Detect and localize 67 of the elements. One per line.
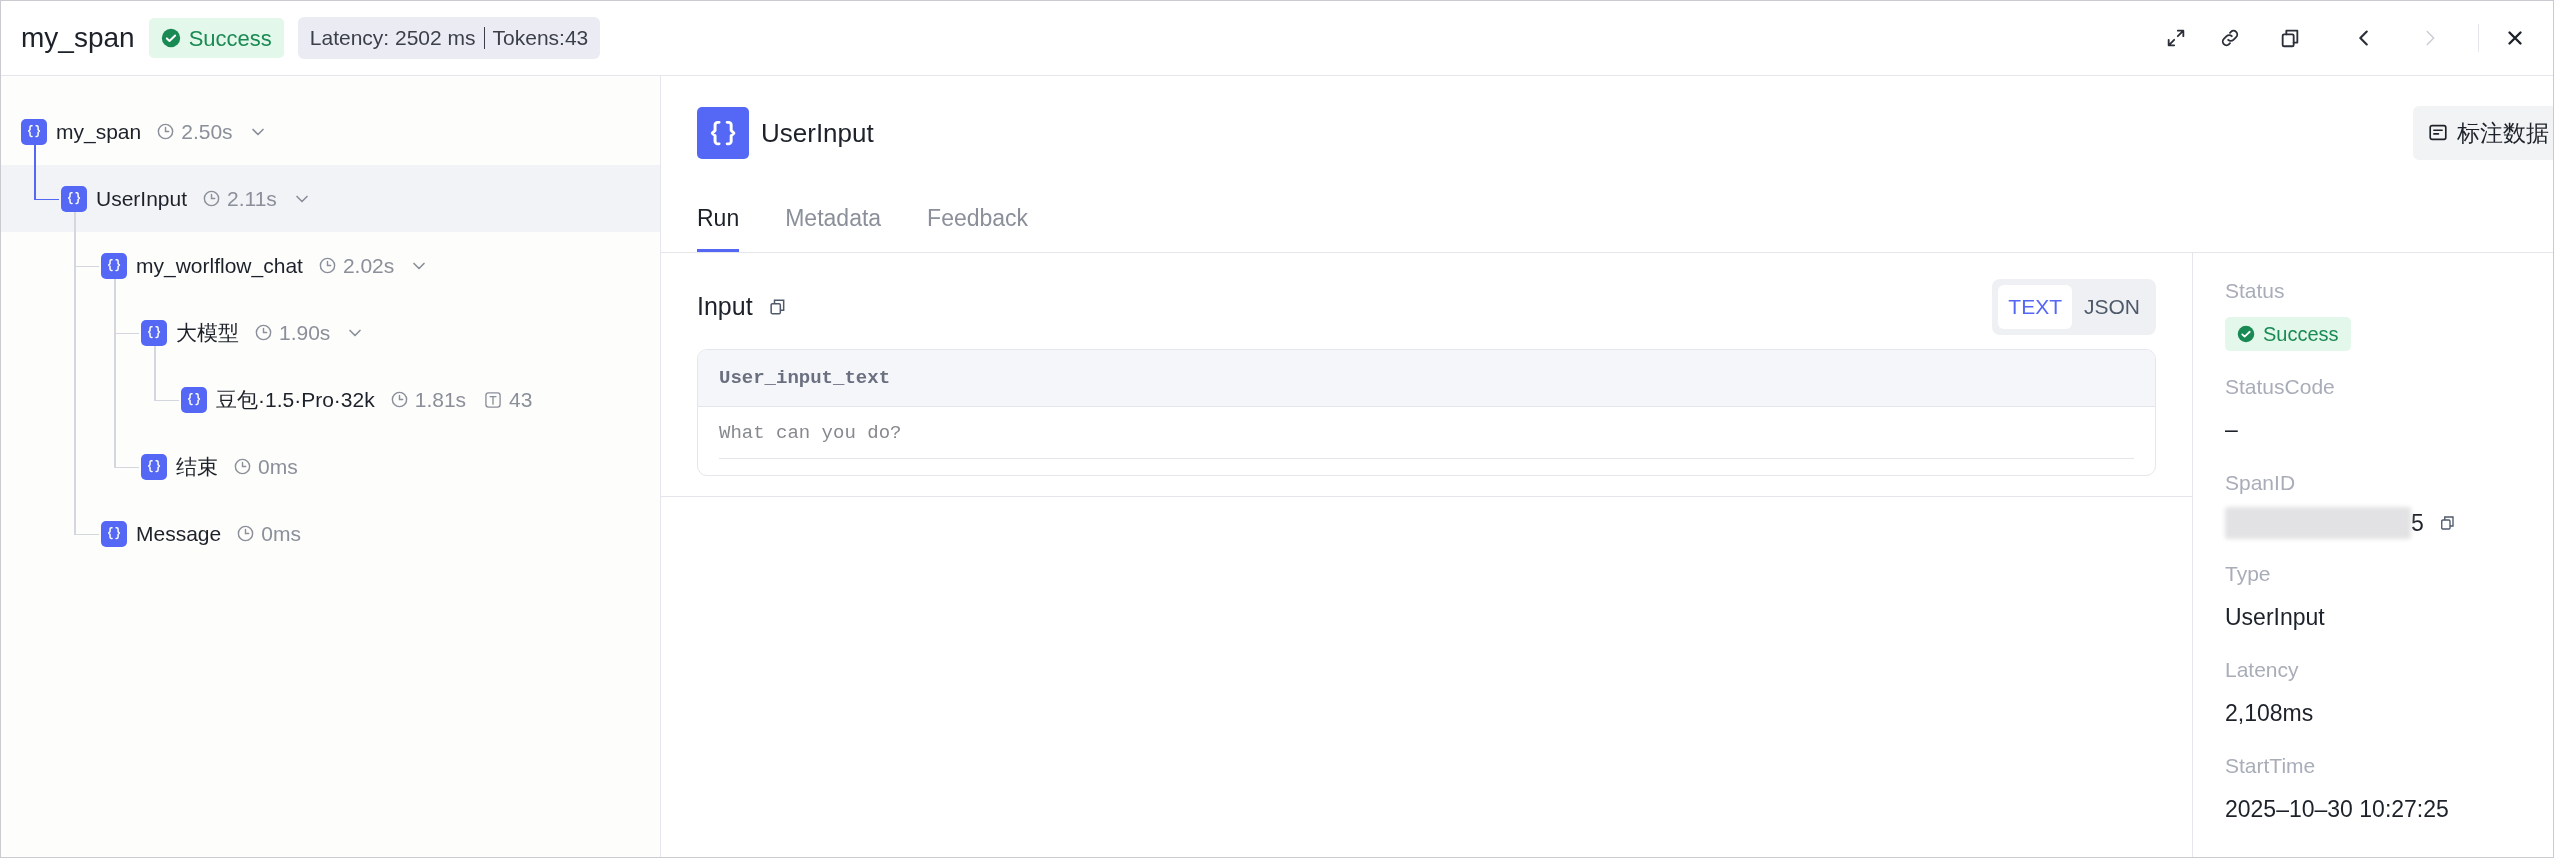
duration-text: 1.90s	[279, 319, 331, 346]
tree-row[interactable]: 豆包·1.5·Pro·32k 1.81s 43	[1, 366, 660, 433]
span-name: Message	[136, 520, 222, 547]
tree-row[interactable]: UserInput 2.11s	[1, 165, 660, 232]
info-label: StatusCode	[2225, 373, 2336, 400]
info-label: Type	[2225, 561, 2272, 587]
tokens-text: Tokens:43	[492, 25, 589, 52]
braces-icon	[21, 118, 47, 145]
format-option[interactable]: TEXT	[1998, 285, 2072, 329]
check-circle-icon	[160, 28, 181, 48]
link-icon	[2219, 27, 2241, 49]
duration-text: 2.11s	[227, 185, 277, 212]
field-value: What can you do?	[719, 422, 902, 444]
duration-text: 0ms	[258, 453, 298, 480]
tree-row[interactable]: 结束 0ms	[1, 433, 660, 500]
status-badge: Success	[2225, 316, 2351, 351]
span-name: my_worlflow_chat	[136, 252, 303, 280]
info-value: 2025–10–30 10:27:25	[2225, 794, 2450, 824]
span-name: my_span	[56, 118, 142, 146]
braces-icon	[141, 319, 167, 346]
clock-icon	[254, 323, 273, 342]
braces-icon	[181, 386, 207, 413]
tree-row[interactable]: 大模型 1.90s	[1, 299, 660, 366]
braces-icon	[101, 252, 127, 279]
clock-icon	[202, 189, 222, 208]
span-name: 结束	[176, 453, 218, 480]
check-circle-icon	[2237, 324, 2255, 343]
braces-icon	[141, 453, 167, 480]
format-option[interactable]: JSON	[2074, 285, 2150, 329]
braces-icon	[101, 520, 127, 547]
info-label: StartTime	[2225, 753, 2317, 779]
token-count: 43	[509, 386, 533, 413]
clock-icon	[236, 524, 256, 543]
clock-icon	[389, 390, 409, 409]
token-icon	[483, 389, 504, 410]
duration-text: 2.02s	[342, 252, 395, 279]
expand-icon	[2165, 27, 2187, 49]
latency-text: Latency: 2502 ms	[309, 25, 476, 52]
duration-text: 0ms	[261, 520, 301, 547]
tree-row[interactable]: my_worlflow_chat 2.02s	[1, 232, 660, 299]
status-badge: Success	[148, 18, 284, 58]
tree-row[interactable]: Message 0ms	[1, 500, 660, 567]
span-name: 豆包·1.5·Pro·32k	[216, 386, 375, 413]
section-title: Input	[697, 291, 753, 323]
info-value: 5	[2411, 508, 2424, 538]
span-title: my_span	[21, 21, 135, 55]
clock-icon	[317, 256, 337, 275]
info-value: 2,108ms	[2225, 698, 2315, 728]
info-label: SpanID	[2225, 469, 2297, 496]
braces-icon	[697, 107, 749, 159]
clock-icon	[233, 457, 252, 476]
tab[interactable]: Run	[697, 193, 740, 252]
annotate-button[interactable]: 标注数据	[2413, 106, 2553, 160]
duration-text: 2.50s	[181, 118, 233, 145]
tree-row[interactable]: my_span 2.50s	[1, 98, 660, 165]
span-name: UserInput	[96, 185, 188, 212]
info-label: Latency	[2225, 657, 2300, 683]
info-value: –	[2225, 415, 2239, 444]
copy-icon	[2279, 27, 2301, 49]
info-value: UserInput	[2225, 602, 2326, 632]
braces-icon	[61, 185, 87, 212]
duration-text: 1.81s	[414, 386, 467, 413]
node-title: UserInput	[761, 116, 874, 150]
info-label: Status	[2225, 278, 2286, 304]
field-name: User_input_text	[719, 365, 891, 391]
span-name: 大模型	[176, 319, 239, 346]
clock-icon	[156, 122, 176, 141]
